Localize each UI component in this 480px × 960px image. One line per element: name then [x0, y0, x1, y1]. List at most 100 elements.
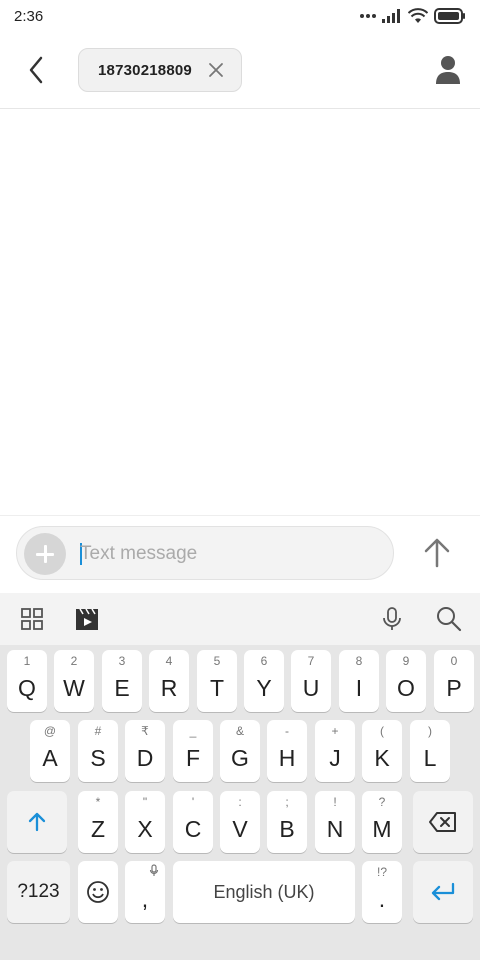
key-hint: ;	[285, 795, 289, 809]
key-label: U	[302, 675, 320, 701]
key-z[interactable]: * Z	[78, 791, 118, 853]
key-label: W	[63, 675, 85, 701]
key-hint: 6	[260, 654, 268, 668]
backspace-icon	[429, 812, 456, 832]
key-hint: 8	[355, 654, 363, 668]
symbols-key[interactable]: ?123	[7, 861, 70, 923]
period-hint: !?	[376, 865, 387, 879]
shift-arrow-icon	[28, 812, 46, 832]
recipient-chip[interactable]: 18730218809	[78, 48, 242, 92]
key-hint: &	[235, 724, 244, 738]
key-f[interactable]: _ F	[173, 720, 213, 782]
search-icon[interactable]	[435, 605, 463, 633]
key-label: R	[160, 675, 178, 701]
key-label: Z	[90, 816, 106, 842]
key-l[interactable]: ) L	[410, 720, 450, 782]
key-hint: (	[380, 724, 384, 738]
key-hint: 9	[402, 654, 410, 668]
status-bar: 2:36	[0, 0, 480, 32]
key-hint: *	[95, 795, 101, 809]
comma-label: ,	[141, 886, 149, 912]
key-v[interactable]: :V	[220, 791, 260, 853]
key-c[interactable]: ' C	[173, 791, 213, 853]
message-input[interactable]: Text message	[80, 540, 197, 568]
grid-icon[interactable]	[18, 605, 46, 633]
key-hint: !	[333, 795, 337, 809]
key-hint: 5	[213, 654, 221, 668]
key-label: T	[209, 675, 225, 701]
key-h[interactable]: -H	[267, 720, 307, 782]
key-y[interactable]: 6Y	[244, 650, 284, 712]
arrow-up-icon[interactable]	[422, 536, 452, 570]
key-label: O	[397, 675, 415, 701]
key-label: Y	[256, 675, 272, 701]
key-g[interactable]: & G	[220, 720, 260, 782]
key-hint: _	[189, 724, 197, 738]
key-m[interactable]: ? M	[362, 791, 402, 853]
back-button[interactable]	[20, 54, 52, 86]
key-label: L	[423, 745, 437, 771]
key-hint: #	[94, 724, 102, 738]
key-hint: -	[285, 724, 289, 738]
key-label: G	[231, 745, 249, 771]
signal-icon	[382, 9, 400, 23]
key-k[interactable]: (K	[362, 720, 402, 782]
key-b[interactable]: ; B	[267, 791, 307, 853]
key-o[interactable]: 9O	[386, 650, 426, 712]
key-label: V	[232, 816, 248, 842]
key-label: X	[137, 816, 153, 842]
key-hint: )	[428, 724, 432, 738]
person-icon[interactable]	[434, 54, 462, 86]
key-n[interactable]: ! N	[315, 791, 355, 853]
key-s[interactable]: # S	[78, 720, 118, 782]
backspace-key[interactable]	[413, 791, 473, 853]
close-icon[interactable]	[207, 61, 225, 79]
key-hint: :	[238, 795, 242, 809]
plus-icon[interactable]	[24, 533, 66, 575]
key-hint: 2	[70, 654, 78, 668]
status-time: 2:36	[14, 8, 44, 25]
shift-key[interactable]	[7, 791, 67, 853]
message-box[interactable]: Text message	[16, 526, 394, 580]
space-key[interactable]: English (UK)	[173, 861, 355, 923]
key-label: K	[374, 745, 390, 771]
key-p[interactable]: 0P	[434, 650, 474, 712]
more-dots-icon	[360, 14, 376, 18]
key-d[interactable]: ₹ D	[125, 720, 165, 782]
chevron-left-icon	[29, 56, 43, 84]
key-i[interactable]: 8I	[339, 650, 379, 712]
comma-key[interactable]: ,	[125, 861, 165, 923]
key-label: D	[136, 745, 154, 771]
key-w[interactable]: 2W	[54, 650, 94, 712]
key-r[interactable]: 4R	[149, 650, 189, 712]
smiley-icon	[87, 881, 109, 903]
key-label: Q	[18, 675, 36, 701]
wifi-icon	[408, 8, 428, 23]
key-t[interactable]: 5T	[197, 650, 237, 712]
app-header: 18730218809	[0, 32, 480, 109]
key-label: P	[446, 675, 462, 701]
key-e[interactable]: 3E	[102, 650, 142, 712]
recipient-number: 18730218809	[98, 61, 192, 79]
key-hint: +	[331, 724, 339, 738]
keyboard-toolbar	[0, 593, 480, 645]
key-u[interactable]: 7U	[291, 650, 331, 712]
microphone-icon[interactable]	[378, 605, 406, 633]
key-q[interactable]: 1Q	[7, 650, 47, 712]
key-label: N	[326, 816, 344, 842]
keyboard: 1Q 2W 3E 4R 5T 6Y 7U 8I 9O 0P @ A # S ₹ D _…	[0, 645, 480, 960]
key-x[interactable]: " X	[125, 791, 165, 853]
key-a[interactable]: @ A	[30, 720, 70, 782]
status-icons	[360, 8, 466, 24]
mic-hint-icon	[149, 864, 159, 876]
key-label: H	[278, 745, 296, 771]
period-key[interactable]: !?.	[362, 861, 402, 923]
key-hint: 7	[307, 654, 315, 668]
key-j[interactable]: + J	[315, 720, 355, 782]
emoji-key[interactable]	[78, 861, 118, 923]
enter-key[interactable]	[413, 861, 473, 923]
battery-icon	[434, 8, 465, 24]
clapper-icon[interactable]	[73, 605, 101, 633]
key-label: E	[114, 675, 130, 701]
key-hint: @	[43, 724, 57, 738]
